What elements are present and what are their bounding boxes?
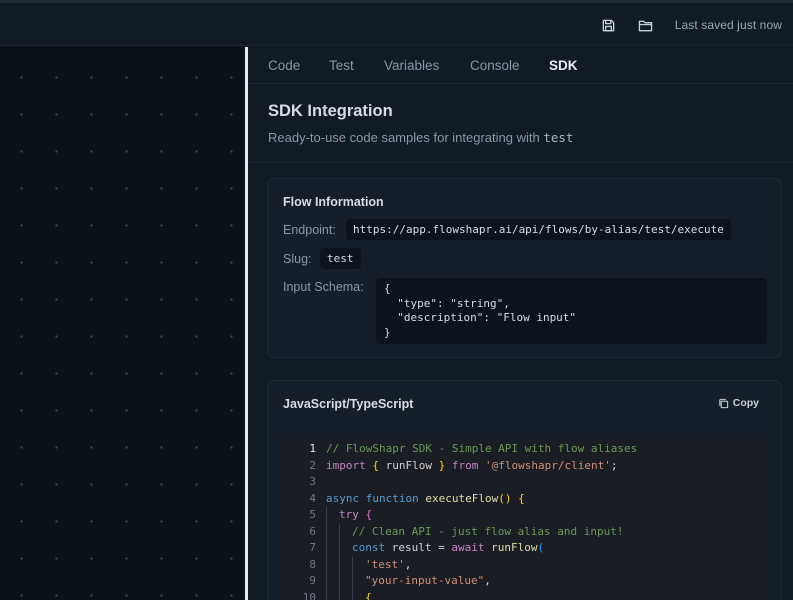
- schema-line: "description": "Flow input": [384, 311, 577, 324]
- tab-variables[interactable]: Variables: [384, 58, 439, 73]
- code-token: result =: [385, 541, 452, 554]
- code-line: 10 {: [282, 589, 768, 600]
- input-schema-label: Input Schema:: [283, 280, 364, 294]
- indent-guide: [339, 573, 340, 590]
- code-token: try: [339, 508, 359, 521]
- line-number: 2: [309, 458, 316, 472]
- code-line: 3: [282, 474, 768, 491]
- page-subtitle: Ready-to-use code samples for integratin…: [268, 130, 573, 145]
- indent-guide: [352, 556, 353, 573]
- slug-label: Slug:: [283, 252, 312, 266]
- code-token: async: [326, 491, 360, 505]
- code-line: 9 "your-input-value",: [282, 573, 768, 590]
- code-comment: // FlowShapr SDK - Simple API with flow …: [326, 442, 638, 455]
- code-token: {: [365, 508, 373, 521]
- copy-label: Copy: [732, 397, 759, 409]
- code-token: (): [498, 491, 512, 505]
- tab-code[interactable]: Code: [268, 58, 300, 73]
- schema-line: }: [384, 325, 391, 339]
- line-number: 9: [309, 574, 316, 587]
- code-line: 1 // FlowShapr SDK - Simple API with flo…: [282, 441, 768, 458]
- indent-guide: [326, 523, 327, 540]
- indent-guide: [326, 540, 327, 557]
- tab-test[interactable]: Test: [329, 58, 354, 73]
- line-number: 4: [309, 491, 316, 505]
- line-number: 5: [309, 508, 316, 521]
- code-token: await: [451, 541, 485, 554]
- code-token: function: [365, 491, 419, 505]
- code-token: "your-input-value": [365, 574, 485, 587]
- code-line: 8 'test',: [282, 556, 768, 573]
- code-token: const: [352, 541, 386, 554]
- line-number: 3: [309, 475, 316, 488]
- indent-guide: [326, 589, 327, 600]
- code-line: 7 const result = await runFlow(: [282, 540, 768, 557]
- code-token: 'test': [365, 557, 405, 571]
- line-number: 6: [309, 524, 316, 538]
- code-token: '@flowshapr/client': [484, 458, 611, 472]
- code-comment: // Clean API - just flow alias and input…: [352, 524, 624, 538]
- top-bar: Last saved just now: [0, 0, 793, 46]
- code-token: runFlow: [491, 541, 538, 554]
- folder-icon[interactable]: [638, 17, 654, 33]
- slug-value: test: [320, 248, 361, 269]
- copy-icon: [719, 398, 728, 408]
- code-token: {: [372, 458, 379, 472]
- page-title: SDK Integration: [268, 102, 393, 120]
- copy-button[interactable]: Copy: [718, 397, 759, 409]
- tab-console[interactable]: Console: [470, 58, 520, 73]
- line-number: 7: [309, 541, 316, 554]
- save-status-text: Last saved just now: [674, 18, 782, 32]
- indent-guide: [326, 507, 327, 524]
- code-line: 2 import { runFlow } from '@flowshapr/cl…: [282, 458, 768, 475]
- endpoint-value: https://app.flowshapr.ai/api/flows/by-al…: [346, 219, 731, 240]
- indent-guide: [352, 589, 353, 600]
- indent-guide: [339, 556, 340, 573]
- code-token: (: [537, 541, 545, 554]
- indent-guide: [326, 556, 327, 573]
- code-token: ;: [610, 458, 618, 472]
- javascript-sample-card: JavaScript/TypeScript Copy 1 // FlowShap…: [267, 380, 782, 600]
- code-line: 6 // Clean API - just flow alias and inp…: [282, 523, 768, 540]
- code-token: executeFlow: [425, 491, 499, 505]
- sdk-header: SDK Integration Ready-to-use code sample…: [248, 85, 793, 163]
- tab-sdk[interactable]: SDK: [549, 58, 578, 73]
- indent-guide: [352, 573, 353, 590]
- schema-line: {: [384, 282, 391, 295]
- flow-information-card: Flow Information Endpoint: https://app.f…: [267, 178, 782, 358]
- line-number: 10: [302, 590, 316, 600]
- indent-guide: [339, 540, 340, 557]
- code-token: runFlow: [379, 458, 439, 472]
- code-token: from: [451, 458, 479, 472]
- subtitle-flow-alias: test: [543, 130, 574, 145]
- code-token: {: [518, 491, 525, 505]
- indent-guide: [339, 589, 340, 600]
- javascript-sample-title: JavaScript/TypeScript: [283, 397, 414, 411]
- subtitle-text: Ready-to-use code samples for integratin…: [268, 130, 544, 145]
- code-line: 5 try {: [282, 507, 768, 524]
- panel-tabs: Code Test Variables Console SDK: [248, 47, 793, 84]
- indent-guide: [339, 523, 340, 540]
- code-editor[interactable]: 1 // FlowShapr SDK - Simple API with flo…: [282, 439, 768, 600]
- input-schema-value: { "type": "string", "description": "Flow…: [376, 278, 767, 344]
- flow-canvas[interactable]: [0, 47, 245, 600]
- line-number: 1: [309, 442, 316, 455]
- code-line: 4 async function executeFlow() {: [282, 491, 768, 508]
- code-token: ,: [484, 574, 491, 587]
- sdk-panel: Code Test Variables Console SDK SDK Inte…: [248, 47, 793, 600]
- schema-line: "type": "string",: [384, 296, 510, 310]
- code-token: }: [438, 458, 446, 472]
- indent-guide: [326, 573, 327, 590]
- endpoint-label: Endpoint:: [283, 223, 336, 237]
- code-token: {: [365, 590, 372, 600]
- save-icon[interactable]: [601, 17, 617, 33]
- code-token: import: [326, 458, 366, 472]
- topbar-actions: Last saved just now: [601, 15, 782, 35]
- line-number: 8: [309, 557, 316, 571]
- flow-information-title: Flow Information: [283, 195, 384, 209]
- code-token: ,: [404, 557, 412, 571]
